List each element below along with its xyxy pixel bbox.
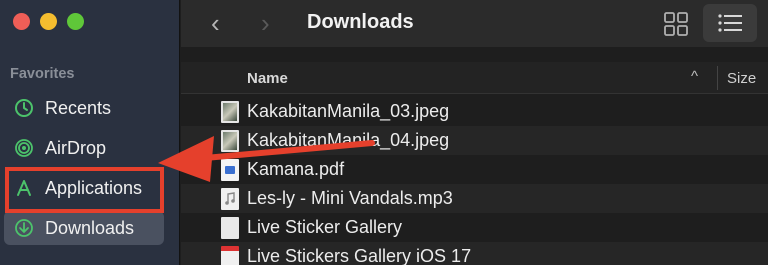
file-row[interactable]: KakabitanManila_03.jpeg: [181, 97, 768, 126]
file-row[interactable]: Live Stickers Gallery iOS 17: [181, 242, 768, 265]
sidebar-item-recents[interactable]: Recents: [4, 91, 164, 125]
close-window-button[interactable]: [13, 13, 30, 30]
file-row[interactable]: Live Sticker Gallery: [181, 213, 768, 242]
sidebar-section-favorites: Favorites: [10, 66, 75, 82]
audio-file-icon: [221, 187, 239, 210]
clock-icon: [14, 98, 34, 118]
list-view-button[interactable]: [703, 4, 757, 42]
back-button[interactable]: ‹: [211, 10, 220, 36]
file-name: Les-ly - Mini Vandals.mp3: [247, 188, 453, 208]
window-title: Downloads: [307, 11, 414, 33]
file-name: KakabitanManila_04.jpeg: [247, 130, 450, 150]
sidebar-item-label: Downloads: [45, 217, 135, 238]
zoom-window-button[interactable]: [67, 13, 84, 30]
file-name: KakabitanManila_03.jpeg: [247, 101, 450, 121]
minimize-window-button[interactable]: [40, 13, 57, 30]
grid-icon: [664, 12, 688, 36]
file-name: Live Stickers Gallery iOS 17: [247, 246, 472, 265]
annotation-highlight-box: [5, 167, 164, 213]
folder-icon: [221, 216, 239, 239]
window-controls: [13, 13, 84, 30]
sidebar-item-label: Recents: [45, 97, 112, 118]
downloads-icon: [14, 218, 34, 238]
column-header-row: Name ^ Size: [181, 62, 768, 94]
sidebar-item-downloads[interactable]: Downloads: [4, 211, 164, 245]
forward-button[interactable]: ›: [261, 10, 270, 36]
column-header-size[interactable]: Size: [727, 70, 756, 87]
sidebar-item-label: AirDrop: [45, 137, 107, 158]
document-icon: [221, 245, 239, 265]
toolbar: ‹ › Downloads: [181, 0, 768, 47]
sort-ascending-icon[interactable]: ^: [691, 68, 698, 85]
column-header-name[interactable]: Name: [247, 70, 288, 87]
file-row[interactable]: Les-ly - Mini Vandals.mp3: [181, 184, 768, 213]
image-file-icon: [221, 129, 239, 152]
pdf-file-icon: [221, 158, 239, 181]
icon-view-button[interactable]: [661, 9, 691, 39]
file-row[interactable]: Kamana.pdf: [181, 155, 768, 184]
column-divider[interactable]: [717, 66, 718, 90]
sidebar: Favorites Recents AirDrop Applications D…: [0, 0, 180, 265]
sidebar-item-airdrop[interactable]: AirDrop: [4, 131, 164, 165]
file-name: Kamana.pdf: [247, 159, 345, 179]
main-pane: ‹ › Downloads Name ^ Size KakabitanManil: [181, 0, 768, 265]
file-name: Live Sticker Gallery: [247, 217, 403, 237]
airdrop-icon: [14, 138, 34, 158]
file-row[interactable]: KakabitanManila_04.jpeg: [181, 126, 768, 155]
list-icon: [718, 14, 742, 32]
image-file-icon: [221, 100, 239, 123]
